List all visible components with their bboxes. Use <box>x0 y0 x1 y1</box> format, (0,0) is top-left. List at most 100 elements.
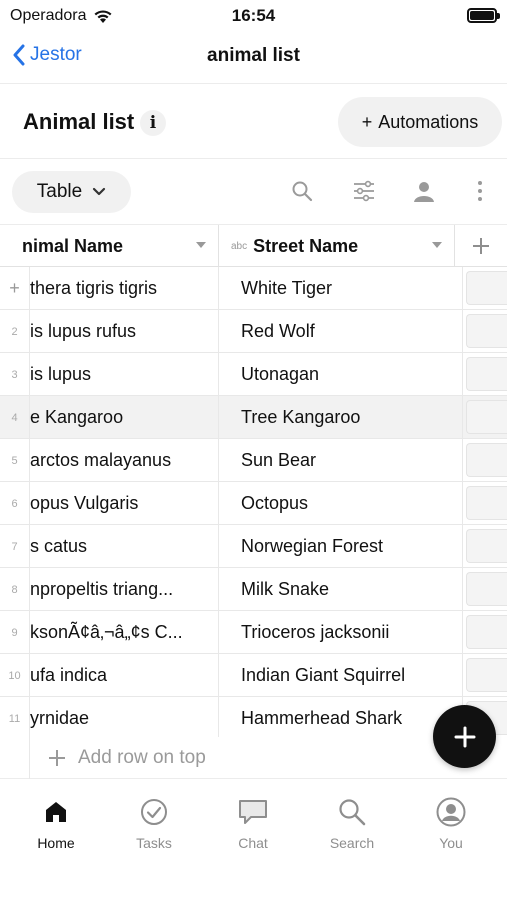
add-row-bar: Add row on top <box>0 737 507 779</box>
tab-label: Tasks <box>136 835 172 851</box>
tab-label: Search <box>329 835 375 851</box>
row-number: 3 <box>0 353 30 396</box>
cell-street-name[interactable]: Norwegian Forest <box>219 525 463 568</box>
empty-photo-cell[interactable] <box>466 529 507 563</box>
cell-street-name[interactable]: Red Wolf <box>219 310 463 353</box>
table-body: + thera tigris tigris White Tiger 2 is l… <box>0 267 507 737</box>
cell-animal-name[interactable]: npropeltis triang... <box>30 568 219 611</box>
row-number: 2 <box>0 310 30 353</box>
cell-street-name[interactable]: Sun Bear <box>219 439 463 482</box>
plus-icon: + <box>361 111 373 132</box>
row-number: 9 <box>0 611 30 654</box>
row-number: 8 <box>0 568 30 611</box>
status-bar: Operadora 16:54 <box>0 0 507 32</box>
tab-label: Chat <box>238 835 268 851</box>
row-number: 5 <box>0 439 30 482</box>
chevron-down-icon <box>93 187 106 196</box>
automations-label: Automations <box>378 111 479 132</box>
text-type-badge: abc <box>231 240 248 252</box>
table-row[interactable]: 4 e Kangaroo Tree Kangaroo <box>0 396 507 439</box>
sort-caret-icon[interactable] <box>432 242 442 248</box>
user-filter-icon[interactable] <box>410 177 438 205</box>
table-row[interactable]: 5 arctos malayanus Sun Bear <box>0 439 507 482</box>
cell-animal-name[interactable]: is lupus <box>30 353 219 396</box>
cell-animal-name[interactable]: arctos malayanus <box>30 439 219 482</box>
cell-street-name[interactable]: Tree Kangaroo <box>219 396 463 439</box>
cell-animal-name[interactable]: yrnidae <box>30 697 219 737</box>
cell-street-name[interactable]: Indian Giant Squirrel <box>219 654 463 697</box>
tab-bar: Home Tasks Chat Search You <box>0 779 507 900</box>
cell-animal-name[interactable]: thera tigris tigris <box>30 267 219 310</box>
table-row[interactable]: 11 yrnidae Hammerhead Shark <box>0 697 507 737</box>
table-row[interactable]: 9 ksonÃ¢â‚¬â„¢s C... Trioceros jacksonii <box>0 611 507 654</box>
user-icon <box>436 797 466 827</box>
check-circle-icon <box>140 797 168 827</box>
column-header-street-name[interactable]: abc Street Name <box>219 225 455 267</box>
navigation-bar: Jestor animal list <box>0 32 507 84</box>
cell-animal-name[interactable]: is lupus rufus <box>30 310 219 353</box>
cell-street-name[interactable]: Trioceros jacksonii <box>219 611 463 654</box>
cell-animal-name[interactable]: ufa indica <box>30 654 219 697</box>
cell-animal-name[interactable]: s catus <box>30 525 219 568</box>
empty-photo-cell[interactable] <box>466 443 507 477</box>
filter-icon[interactable] <box>350 177 378 205</box>
cell-animal-name[interactable]: e Kangaroo <box>30 396 219 439</box>
automations-button[interactable]: + Automations <box>338 97 502 147</box>
empty-photo-cell[interactable] <box>466 658 507 692</box>
tab-chat[interactable]: Chat <box>213 797 293 851</box>
animal-photo[interactable] <box>466 314 507 348</box>
empty-photo-cell[interactable] <box>466 400 507 434</box>
row-number: 7 <box>0 525 30 568</box>
tab-you[interactable]: You <box>411 797 491 851</box>
column-header-animal-name[interactable]: nimal Name <box>0 225 219 267</box>
cell-street-name[interactable]: Utonagan <box>219 353 463 396</box>
table-row[interactable]: + thera tigris tigris White Tiger <box>0 267 507 310</box>
animal-photo[interactable] <box>466 486 507 520</box>
more-options-icon[interactable] <box>466 177 494 205</box>
cell-street-name[interactable]: Milk Snake <box>219 568 463 611</box>
list-title: Animal list <box>23 109 135 134</box>
table-row[interactable]: 7 s catus Norwegian Forest <box>0 525 507 568</box>
row-number: 11 <box>0 697 30 737</box>
cell-street-name[interactable]: Octopus <box>219 482 463 525</box>
view-selector[interactable]: Table <box>12 171 131 213</box>
plus-icon <box>454 726 475 747</box>
animal-photo[interactable] <box>466 357 507 391</box>
add-record-fab[interactable] <box>433 705 496 768</box>
cell-animal-name[interactable]: ksonÃ¢â‚¬â„¢s C... <box>30 611 219 654</box>
page-title: animal list <box>207 45 300 66</box>
add-row-button[interactable]: Add row on top <box>48 737 206 779</box>
column-label: nimal Name <box>22 235 124 256</box>
chat-icon <box>238 797 268 827</box>
data-table: nimal Name abc Street Name + thera tigri… <box>0 225 507 737</box>
row-number: 6 <box>0 482 30 525</box>
info-icon[interactable]: i <box>140 110 166 136</box>
cell-animal-name[interactable]: opus Vulgaris <box>30 482 219 525</box>
animal-photo[interactable] <box>466 271 507 305</box>
table-row[interactable]: 2 is lupus rufus Red Wolf <box>0 310 507 353</box>
table-row[interactable]: 6 opus Vulgaris Octopus <box>0 482 507 525</box>
add-column-button[interactable] <box>455 225 507 267</box>
search-icon <box>338 797 366 827</box>
column-label: Street Name <box>253 235 359 256</box>
tab-tasks[interactable]: Tasks <box>114 797 194 851</box>
empty-photo-cell[interactable] <box>466 615 507 649</box>
search-icon[interactable] <box>288 177 316 205</box>
animal-photo[interactable] <box>466 572 507 606</box>
cell-street-name[interactable]: Hammerhead Shark <box>219 697 463 737</box>
tab-search[interactable]: Search <box>312 797 392 851</box>
row-number-gutter <box>0 737 30 779</box>
row-number: 10 <box>0 654 30 697</box>
add-row-label: Add row on top <box>78 747 206 768</box>
table-row[interactable]: 10 ufa indica Indian Giant Squirrel <box>0 654 507 697</box>
clock: 16:54 <box>231 6 276 25</box>
sort-caret-icon[interactable] <box>196 242 206 248</box>
tab-label: You <box>439 835 463 851</box>
cell-street-name[interactable]: White Tiger <box>219 267 463 310</box>
tab-home[interactable]: Home <box>16 797 96 851</box>
plus-icon <box>473 238 489 254</box>
view-toolbar: Table <box>0 159 507 225</box>
list-header: Animal list i + Automations <box>0 84 507 159</box>
table-row[interactable]: 8 npropeltis triang... Milk Snake <box>0 568 507 611</box>
table-row[interactable]: 3 is lupus Utonagan <box>0 353 507 396</box>
